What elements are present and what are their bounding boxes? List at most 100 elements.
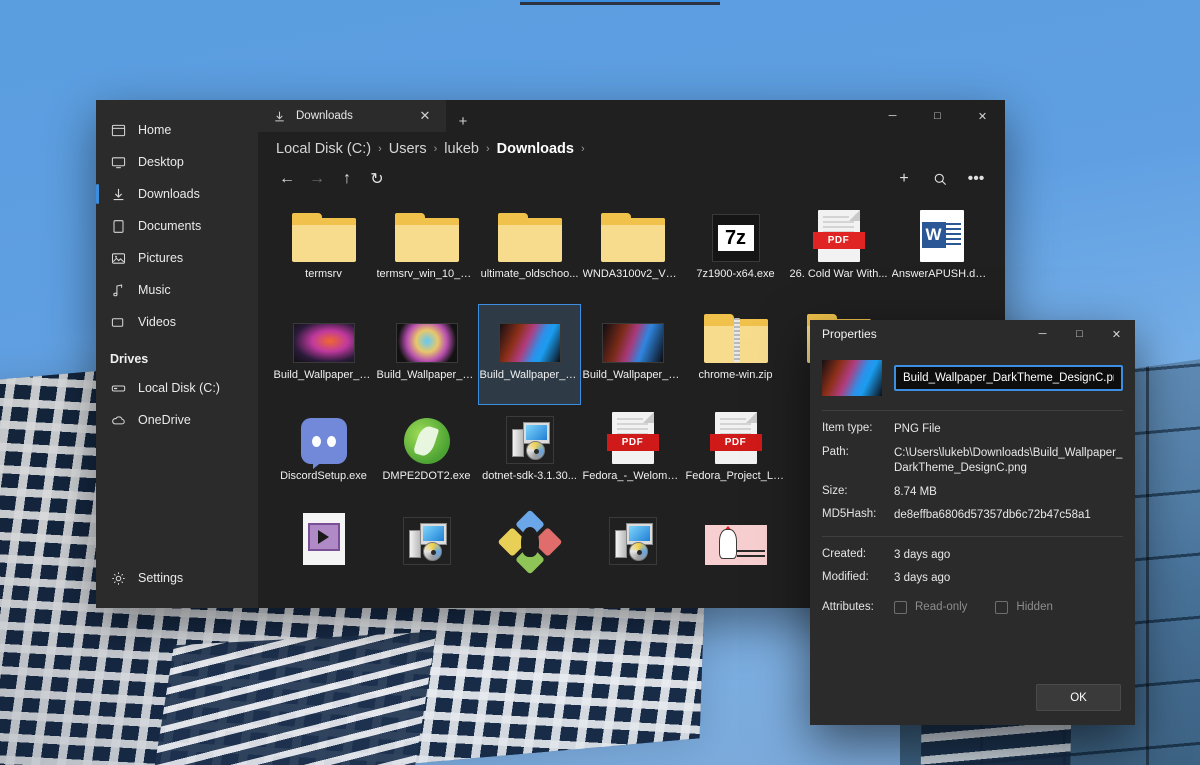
file-item[interactable]: dotnet-sdk-3.1.30...	[478, 405, 581, 506]
sidebar-item-settings[interactable]: Settings	[96, 562, 258, 594]
sidebar-item-videos[interactable]: Videos	[96, 306, 258, 338]
file-name: 7z1900-x64.exe	[696, 268, 774, 280]
maximize-button[interactable]: □	[915, 100, 960, 132]
new-item-button[interactable]: +	[889, 164, 919, 194]
properties-dialog[interactable]: Properties ─ □ ✕ Item type: PNG File Pat…	[810, 320, 1135, 725]
background-window-sliver[interactable]	[520, 0, 720, 5]
property-value: 3 days ago	[894, 548, 950, 564]
image-thumb-icon	[395, 311, 459, 363]
forward-button[interactable]: →	[302, 164, 332, 194]
file-item[interactable]: Build_Wallpaper_D...	[375, 304, 478, 405]
property-key: Size:	[822, 485, 894, 497]
toolbar[interactable]: ← → ↑ ↻ + •••	[258, 161, 1005, 197]
sidebar-item-label: Downloads	[138, 187, 200, 201]
hidden-label: Hidden	[1016, 601, 1052, 613]
new-tab-button[interactable]: +	[452, 110, 474, 132]
file-item[interactable]: W AnswerAPUSH.docx	[890, 203, 993, 304]
ok-button[interactable]: OK	[1036, 684, 1121, 711]
sidebar-item-local-disk-c[interactable]: Local Disk (C:)	[96, 372, 258, 404]
property-value: 3 days ago	[894, 571, 950, 587]
readonly-checkbox-option[interactable]: Read-only	[894, 601, 967, 614]
toolbar-right-group[interactable]: + •••	[889, 164, 991, 194]
file-item[interactable]: WNDA3100v2_V2....	[581, 203, 684, 304]
up-button[interactable]: ↑	[332, 164, 362, 194]
file-item[interactable]: Build_Wallpaper_D...	[581, 304, 684, 405]
breadcrumb-item-2[interactable]: lukeb	[444, 141, 479, 157]
file-item[interactable]: 7z 7z1900-x64.exe	[684, 203, 787, 304]
file-item[interactable]: Build_Wallpaper_D...	[272, 304, 375, 405]
hidden-checkbox-option[interactable]: Hidden	[995, 601, 1052, 614]
file-name: DMPE2DOT2.exe	[382, 470, 470, 482]
video-icon	[110, 314, 126, 330]
sidebar-item-desktop[interactable]: Desktop	[96, 146, 258, 178]
sidebar-item-documents[interactable]: Documents	[96, 210, 258, 242]
file-item[interactable]: PDF Fedora_Project_Lin...	[684, 405, 787, 506]
pdf-icon: PDF	[807, 210, 871, 262]
image-thumb-icon	[822, 360, 882, 396]
refresh-button[interactable]: ↻	[362, 164, 392, 194]
tab-downloads[interactable]: Downloads ✕	[258, 100, 446, 132]
minimize-button[interactable]: ─	[870, 100, 915, 132]
sidebar-item-label: Pictures	[138, 251, 183, 265]
sidebar-item-label: Local Disk (C:)	[138, 381, 220, 395]
file-item[interactable]: termsrv	[272, 203, 375, 304]
file-item[interactable]: ultimate_oldschoo...	[478, 203, 581, 304]
tab-strip[interactable]: Downloads ✕ + ─ □ ✕	[258, 100, 1005, 132]
navigation-sidebar[interactable]: Home Desktop Downloads	[96, 100, 258, 608]
pdf-label: PDF	[813, 232, 865, 249]
file-item[interactable]	[684, 506, 787, 607]
file-name: 26. Cold War With...	[789, 268, 887, 280]
sidebar-group-drives: Drives	[96, 338, 258, 372]
sidebar-item-label: Home	[138, 123, 171, 137]
breadcrumb-item-0[interactable]: Local Disk (C:)	[276, 141, 371, 157]
close-button[interactable]: ✕	[960, 100, 1005, 132]
sevenzip-icon: 7z	[704, 210, 768, 262]
file-item[interactable]: chrome-win.zip	[684, 304, 787, 405]
file-item-selected[interactable]: Build_Wallpaper_D...	[478, 304, 581, 405]
file-item[interactable]: termsrv_win_10_x6...	[375, 203, 478, 304]
checkbox-icon[interactable]	[894, 601, 907, 614]
sidebar-item-music[interactable]: Music	[96, 274, 258, 306]
file-name: dotnet-sdk-3.1.30...	[482, 470, 577, 482]
search-icon[interactable]	[925, 164, 955, 194]
checkbox-icon[interactable]	[995, 601, 1008, 614]
cloud-icon	[110, 412, 126, 428]
meme-thumb-icon	[704, 513, 768, 565]
filename-input[interactable]	[894, 365, 1123, 391]
file-item[interactable]	[375, 506, 478, 607]
properties-window-controls[interactable]: ─ □ ✕	[1024, 320, 1135, 348]
sidebar-item-label: Documents	[138, 219, 201, 233]
file-item[interactable]: PDF Fedora_-_Welome...	[581, 405, 684, 506]
sidebar-item-pictures[interactable]: Pictures	[96, 242, 258, 274]
file-item[interactable]: DiscordSetup.exe	[272, 405, 375, 506]
zip-folder-icon	[704, 311, 768, 363]
minimize-button[interactable]: ─	[1024, 320, 1061, 348]
maximize-button[interactable]: □	[1061, 320, 1098, 348]
back-button[interactable]: ←	[272, 164, 302, 194]
sidebar-item-onedrive[interactable]: OneDrive	[96, 404, 258, 436]
file-item[interactable]	[272, 506, 375, 607]
sidebar-item-home[interactable]: Home	[96, 114, 258, 146]
file-name: WNDA3100v2_V2....	[583, 268, 683, 280]
breadcrumb-item-1[interactable]: Users	[389, 141, 427, 157]
window-controls[interactable]: ─ □ ✕	[870, 100, 1005, 132]
word-icon: W	[910, 210, 974, 262]
sidebar-item-label: Desktop	[138, 155, 184, 169]
property-row-created: Created: 3 days ago	[822, 548, 1123, 564]
breadcrumb[interactable]: Local Disk (C:) › Users › lukeb › Downlo…	[258, 132, 1005, 161]
file-item[interactable]	[581, 506, 684, 607]
property-row-item-type: Item type: PNG File	[822, 422, 1123, 438]
breadcrumb-item-3[interactable]: Downloads	[497, 141, 574, 157]
file-item[interactable]	[478, 506, 581, 607]
close-button[interactable]: ✕	[1098, 320, 1135, 348]
file-item[interactable]: PDF 26. Cold War With...	[787, 203, 890, 304]
file-name: Build_Wallpaper_D...	[274, 369, 374, 381]
attribute-options[interactable]: Read-only Hidden	[894, 601, 1053, 614]
sidebar-item-downloads[interactable]: Downloads	[96, 178, 258, 210]
properties-titlebar[interactable]: Properties ─ □ ✕	[810, 320, 1135, 348]
more-options-button[interactable]: •••	[961, 164, 991, 194]
sidebar-item-label: Videos	[138, 315, 176, 329]
close-icon[interactable]: ✕	[414, 105, 436, 127]
file-item[interactable]: DMPE2DOT2.exe	[375, 405, 478, 506]
file-name: Build_Wallpaper_D...	[377, 369, 477, 381]
